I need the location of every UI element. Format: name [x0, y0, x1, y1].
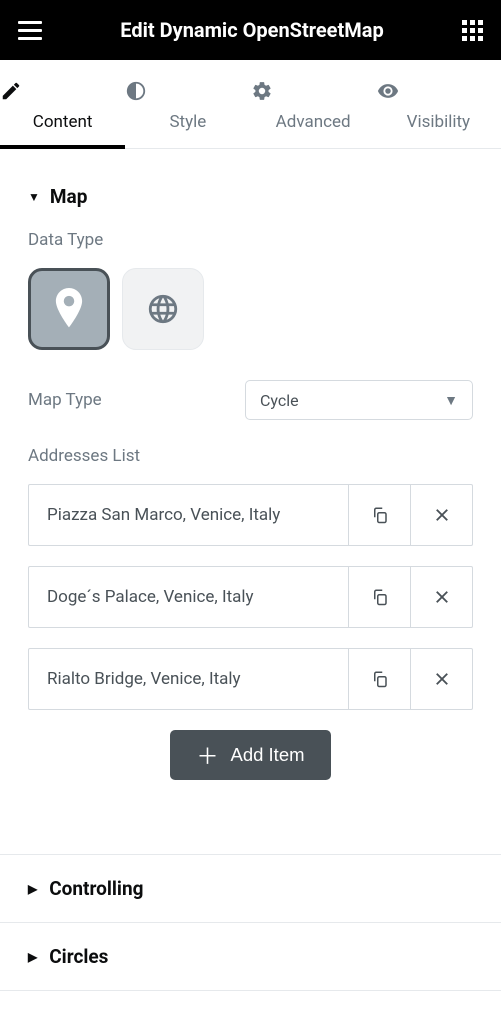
- eye-icon: [376, 80, 501, 102]
- caret-down-icon: ▼: [28, 190, 40, 204]
- duplicate-button[interactable]: [348, 567, 410, 627]
- page-title: Edit Dynamic OpenStreetMap: [42, 18, 462, 42]
- copy-icon: [371, 669, 389, 689]
- pencil-icon: [0, 80, 125, 102]
- data-type-pin[interactable]: [28, 268, 110, 350]
- tab-label: Content: [33, 112, 93, 132]
- remove-button[interactable]: [410, 649, 472, 709]
- map-type-row: Map Type Cycle ▼: [28, 380, 473, 420]
- section-title: Controlling: [49, 877, 143, 900]
- address-item: Rialto Bridge, Venice, Italy: [28, 648, 473, 710]
- addresses-list: Piazza San Marco, Venice, Italy Doge´s P…: [28, 484, 473, 710]
- address-text[interactable]: Rialto Bridge, Venice, Italy: [29, 649, 348, 709]
- tab-label: Visibility: [407, 112, 470, 132]
- address-text[interactable]: Piazza San Marco, Venice, Italy: [29, 485, 348, 545]
- close-icon: [433, 506, 451, 524]
- plus-icon: ＋: [196, 739, 218, 771]
- duplicate-button[interactable]: [348, 649, 410, 709]
- copy-icon: [371, 505, 389, 525]
- address-item: Piazza San Marco, Venice, Italy: [28, 484, 473, 546]
- section-map: ▼ Map Data Type Map Type: [28, 173, 473, 846]
- header-bar: Edit Dynamic OpenStreetMap: [0, 0, 501, 60]
- address-text[interactable]: Doge´s Palace, Venice, Italy: [29, 567, 348, 627]
- globe-icon: [146, 292, 180, 326]
- addresses-label: Addresses List: [28, 446, 473, 466]
- section-title: Circles: [49, 945, 108, 968]
- close-icon: [433, 588, 451, 606]
- tab-label: Advanced: [276, 112, 351, 132]
- section-header-map[interactable]: ▼ Map: [28, 173, 473, 220]
- map-type-value: Cycle: [260, 391, 299, 410]
- tab-content[interactable]: Content: [0, 60, 125, 148]
- tab-advanced[interactable]: Advanced: [251, 60, 376, 148]
- contrast-icon: [125, 80, 250, 102]
- apps-grid-icon[interactable]: [462, 20, 483, 41]
- chevron-down-icon: ▼: [444, 392, 458, 409]
- data-type-label: Data Type: [28, 230, 473, 250]
- tab-style[interactable]: Style: [125, 60, 250, 148]
- duplicate-button[interactable]: [348, 485, 410, 545]
- section-title: Map: [50, 185, 88, 208]
- close-icon: [433, 670, 451, 688]
- data-type-toggle: [28, 268, 473, 350]
- section-body-map: Data Type Map Type Cycle ▼: [28, 220, 473, 846]
- panel-content: ▼ Map Data Type Map Type: [0, 149, 501, 846]
- pin-icon: [52, 288, 86, 330]
- tab-label: Style: [169, 112, 206, 132]
- remove-button[interactable]: [410, 567, 472, 627]
- address-item: Doge´s Palace, Venice, Italy: [28, 566, 473, 628]
- map-type-label: Map Type: [28, 390, 102, 410]
- data-type-globe[interactable]: [122, 268, 204, 350]
- remove-button[interactable]: [410, 485, 472, 545]
- caret-right-icon: ▶: [28, 950, 37, 964]
- map-type-select[interactable]: Cycle ▼: [245, 380, 473, 420]
- add-item-label: Add Item: [230, 744, 304, 766]
- caret-right-icon: ▶: [28, 882, 37, 896]
- copy-icon: [371, 587, 389, 607]
- add-item-button[interactable]: ＋ Add Item: [170, 730, 330, 780]
- section-header-controlling[interactable]: ▶ Controlling: [0, 854, 501, 922]
- tabs: Content Style Advanced Visibility: [0, 60, 501, 149]
- gear-icon: [251, 80, 376, 102]
- section-header-circles[interactable]: ▶ Circles: [0, 922, 501, 991]
- tab-visibility[interactable]: Visibility: [376, 60, 501, 148]
- menu-icon[interactable]: [18, 21, 42, 40]
